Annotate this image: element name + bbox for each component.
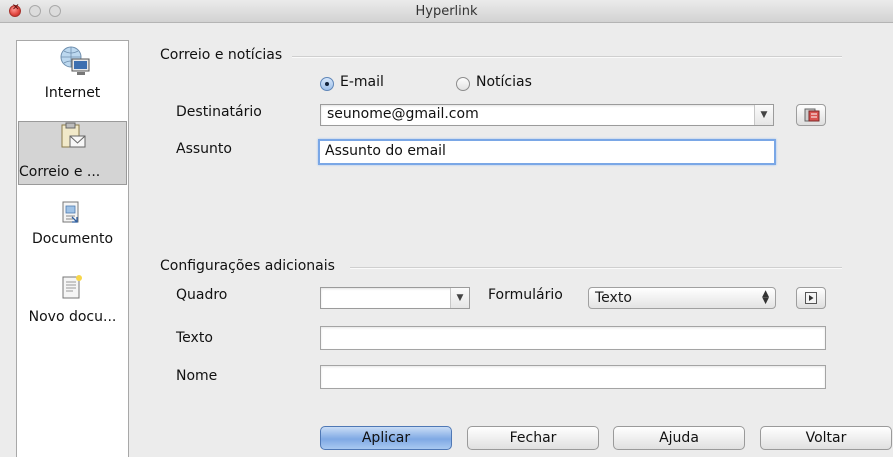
recipient-label: Destinatário: [176, 104, 262, 120]
name-field[interactable]: [320, 365, 826, 389]
chevron-down-icon[interactable]: ▼: [450, 288, 469, 308]
sidebar-item-document[interactable]: Documento: [18, 187, 127, 257]
frame-combobox[interactable]: ▼: [320, 287, 470, 309]
sidebar-item-label: Correio e ...: [19, 164, 101, 180]
form-label: Formulário: [488, 287, 563, 303]
internet-globe-icon: [58, 45, 92, 81]
document-icon: [61, 201, 85, 231]
help-button[interactable]: Ajuda: [613, 426, 745, 450]
address-book-icon: [804, 108, 820, 126]
additional-settings-title: Configurações adicionais: [160, 258, 335, 274]
title-bar: ✕ Hyperlink: [0, 0, 893, 23]
mail-news-section-title: Correio e notícias: [160, 47, 283, 63]
updown-arrows-icon: ▲ ▼: [762, 289, 769, 306]
text-label: Texto: [176, 330, 213, 346]
sidebar-item-label: Internet: [44, 85, 101, 101]
events-button[interactable]: [796, 287, 826, 309]
close-button[interactable]: Fechar: [467, 426, 599, 450]
form-value: Texto: [595, 290, 632, 306]
email-radio[interactable]: [320, 77, 334, 91]
text-field[interactable]: [320, 326, 826, 350]
apply-button[interactable]: Aplicar: [320, 426, 452, 450]
form-popup[interactable]: Texto ▲ ▼: [588, 287, 776, 309]
window-title: Hyperlink: [415, 4, 478, 19]
sidebar-item-label: Novo docu...: [28, 309, 117, 325]
mail-clipboard-icon: [59, 122, 89, 158]
sidebar-item-new-document[interactable]: Novo docu...: [18, 263, 127, 333]
recipient-value: seunome@gmail.com: [327, 106, 479, 122]
data-sources-button[interactable]: [796, 104, 826, 126]
recipient-combobox[interactable]: seunome@gmail.com ▼: [320, 104, 774, 126]
chevron-down-icon[interactable]: ▼: [754, 105, 773, 125]
frame-label: Quadro: [176, 287, 228, 303]
sidebar-item-internet[interactable]: Internet: [18, 41, 127, 119]
subject-label: Assunto: [176, 141, 232, 157]
subject-field[interactable]: Assunto do email: [318, 139, 776, 165]
back-button[interactable]: Voltar: [760, 426, 892, 450]
email-radio-label: E-mail: [340, 74, 384, 90]
news-radio-label: Notícias: [476, 74, 532, 90]
play-frame-icon: [805, 292, 817, 308]
section-divider: [292, 56, 842, 58]
news-radio[interactable]: [456, 77, 470, 91]
name-label: Nome: [176, 368, 218, 384]
hyperlink-type-sidebar: Internet Correio e ... Documento Novo do…: [16, 40, 129, 457]
sidebar-item-label: Documento: [31, 231, 114, 247]
new-document-icon: [61, 275, 85, 305]
subject-value: Assunto do email: [325, 143, 446, 159]
section-divider: [350, 267, 842, 269]
sidebar-item-mail-news[interactable]: Correio e ...: [18, 121, 127, 185]
